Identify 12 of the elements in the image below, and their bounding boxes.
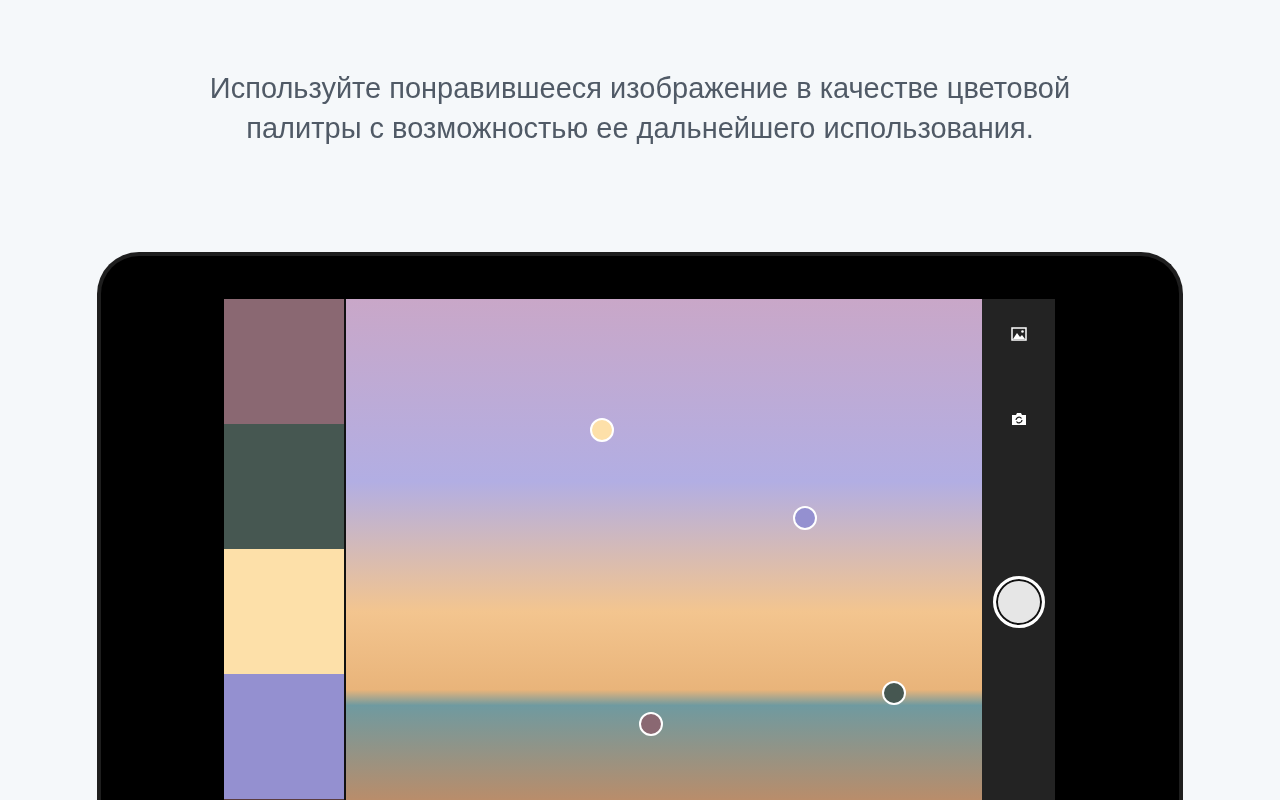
color-picker-handle[interactable] — [793, 506, 817, 530]
heading-text: Используйте понравившееся изображение в качестве цветовой палитры с возможностью ее дальнейшего использования. — [208, 71, 1072, 146]
image-icon[interactable] — [1010, 327, 1027, 341]
color-picker-handle[interactable] — [590, 418, 614, 442]
color-picker-handle[interactable] — [882, 681, 906, 705]
shutter-button[interactable] — [992, 576, 1045, 628]
color-swatch[interactable] — [224, 674, 344, 799]
color-swatch[interactable] — [224, 299, 344, 424]
camera-switch-icon[interactable] — [1010, 412, 1027, 426]
color-swatch[interactable] — [224, 549, 344, 674]
color-swatch[interactable] — [224, 424, 344, 549]
color-picker-handle[interactable] — [639, 712, 663, 736]
